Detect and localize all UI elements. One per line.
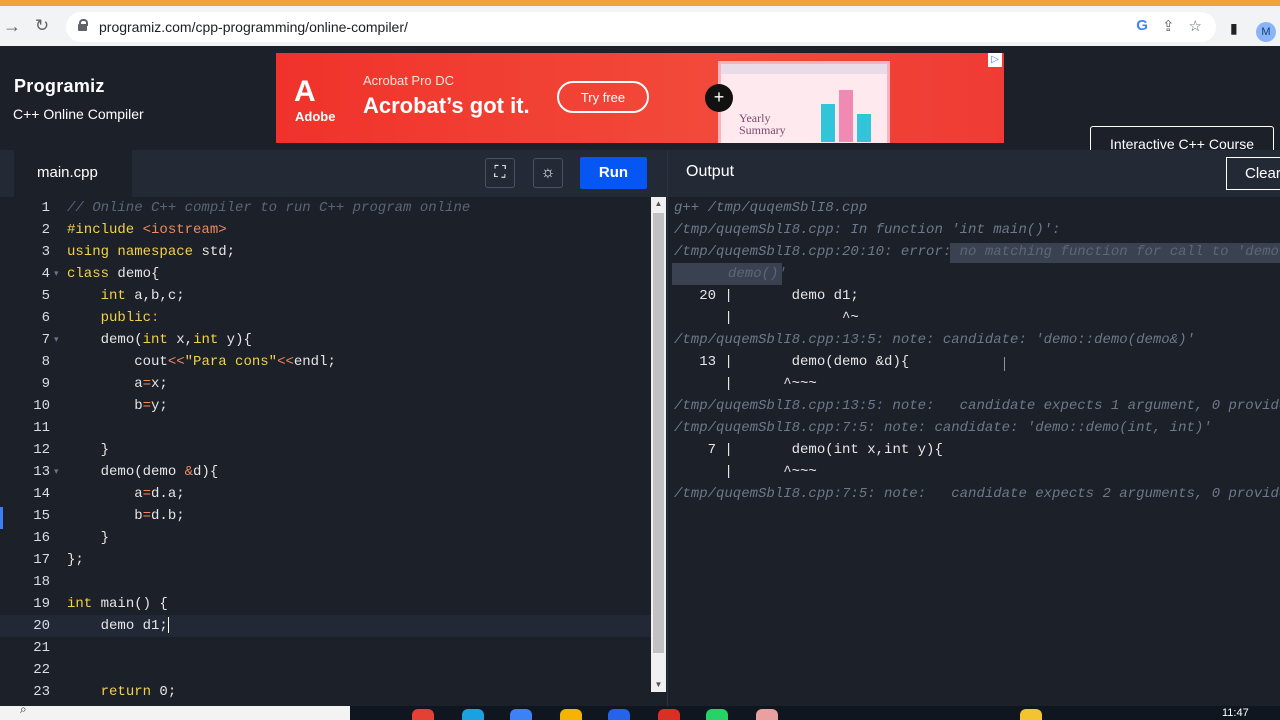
code-line[interactable]: 23 return 0;	[0, 681, 651, 703]
address-bar[interactable]: programiz.com/cpp-programming/online-com…	[66, 12, 1216, 42]
taskbar-app-icon[interactable]	[462, 709, 484, 720]
browser-toolbar: → ↻ programiz.com/cpp-programming/online…	[0, 6, 1280, 46]
sidepanel-icon[interactable]: ▮	[1230, 20, 1238, 37]
ad-info-icon[interactable]: ▷	[988, 53, 1002, 67]
os-taskbar: ⌕ 11:47	[0, 702, 1280, 720]
editor-panel: main.cpp ⛶ ☼ Run 1// Online C++ compiler…	[0, 150, 667, 706]
output-line: 20 | demo d1;	[674, 288, 859, 304]
ad-try-free-button[interactable]: Try free	[557, 81, 649, 113]
code-line-active[interactable]: 20 demo d1;	[0, 615, 651, 637]
output-line: /tmp/quqemSblI8.cpp:7:5: note: candidate…	[674, 420, 1212, 436]
site-header: Programiz C++ Online Compiler i A Adobe …	[0, 46, 1280, 162]
taskbar-folder-icon[interactable]	[560, 709, 582, 720]
output-line: /tmp/quqemSblI8.cpp:13:5: note: candidat…	[674, 398, 1280, 414]
scrollbar-thumb[interactable]	[653, 213, 664, 653]
output-console[interactable]: g++ /tmp/quqemSblI8.cpp /tmp/quqemSblI8.…	[668, 197, 1280, 706]
fullscreen-icon[interactable]: ⛶	[485, 158, 515, 188]
code-line[interactable]: 14 a=d.a;	[0, 483, 651, 505]
text-cursor	[167, 617, 169, 634]
editor-scrollbar[interactable]: ▲ ▼	[651, 197, 666, 692]
fold-arrow-icon[interactable]: ▾	[54, 329, 59, 351]
forward-arrow-icon[interactable]: →	[0, 14, 24, 38]
taskbar-whatsapp-icon[interactable]	[706, 709, 728, 720]
scroll-down-arrow-icon[interactable]: ▼	[651, 678, 666, 692]
ad-product: Acrobat Pro DC	[363, 73, 455, 88]
code-line[interactable]: 16 }	[0, 527, 651, 549]
file-tab-main-cpp[interactable]: main.cpp	[14, 150, 132, 197]
reload-icon[interactable]: ↻	[30, 14, 54, 38]
taskbar-clock: 11:47	[1222, 707, 1249, 719]
advertisement-banner[interactable]: A Adobe Acrobat Pro DC Acrobat’s got it.…	[276, 53, 1004, 143]
taskbar-chrome-icon[interactable]	[658, 709, 680, 720]
code-line[interactable]: 10 b=y;	[0, 395, 651, 417]
code-line[interactable]: 22	[0, 659, 651, 681]
search-icon: ⌕	[20, 702, 27, 716]
bookmark-star-icon[interactable]: ☆	[1189, 17, 1202, 35]
code-line[interactable]: 15 b=d.b;	[0, 505, 651, 527]
taskbar-app-icon[interactable]	[608, 709, 630, 720]
code-line[interactable]: 2 #include <iostream>	[0, 219, 651, 241]
editor-toolbar: main.cpp ⛶ ☼ Run	[0, 150, 667, 197]
taskbar-app-icon[interactable]	[510, 709, 532, 720]
ibeam-cursor-icon	[1004, 357, 1005, 371]
code-line[interactable]: 4 ▾ class demo{	[0, 263, 651, 285]
adobe-logo-icon: A	[294, 75, 316, 108]
ad-tagline: Acrobat’s got it.	[363, 93, 530, 118]
profile-avatar[interactable]: M	[1256, 22, 1276, 42]
code-line[interactable]: 18	[0, 571, 651, 593]
taskbar-app-icon[interactable]	[412, 709, 434, 720]
lock-icon	[78, 19, 88, 31]
run-button[interactable]: Run	[580, 157, 647, 189]
code-line[interactable]: 19 int main() {	[0, 593, 651, 615]
code-line[interactable]: 7 ▾ demo(int x,int y){	[0, 329, 651, 351]
fold-arrow-icon[interactable]: ▾	[54, 263, 59, 285]
code-line[interactable]: 17};	[0, 549, 651, 571]
output-line: | ^~	[674, 310, 859, 326]
compiler-subtitle: C++ Online Compiler	[13, 106, 144, 122]
code-line[interactable]: 21	[0, 637, 651, 659]
code-editor[interactable]: 1// Online C++ compiler to run C++ progr…	[0, 197, 651, 706]
url-text: programiz.com/cpp-programming/online-com…	[99, 19, 408, 35]
output-line: /tmp/quqemSblI8.cpp:20:10: error: no mat…	[674, 244, 1280, 260]
output-line: 13 | demo(demo &d){	[674, 354, 910, 370]
ad-brand: Adobe	[295, 109, 336, 124]
taskbar-app-icon[interactable]	[1020, 709, 1042, 720]
google-icon[interactable]: G	[1136, 17, 1148, 35]
output-title: Output	[686, 163, 735, 180]
output-panel: Output Clear g++ /tmp/quqemSblI8.cpp /tm…	[667, 150, 1280, 706]
output-line: 7 | demo(int x,int y){	[674, 442, 943, 458]
share-icon[interactable]: ⇪	[1162, 17, 1175, 35]
ad-doc-caption: Yearly Summary	[739, 111, 786, 137]
code-line[interactable]: 13 ▾ demo(demo &d){	[0, 461, 651, 483]
code-line[interactable]: 8 cout<<"Para cons"<<endl;	[0, 351, 651, 373]
theme-toggle-sun-icon[interactable]: ☼	[533, 158, 563, 188]
output-header: Output Clear	[668, 150, 1280, 197]
output-line: demo()'	[728, 266, 787, 282]
code-line[interactable]: 5 int a,b,c;	[0, 285, 651, 307]
code-line[interactable]: 1// Online C++ compiler to run C++ progr…	[0, 197, 651, 219]
ad-plus-icon[interactable]: +	[705, 84, 733, 112]
code-line[interactable]: 6 public:	[0, 307, 651, 329]
fold-arrow-icon[interactable]: ▾	[54, 461, 59, 483]
output-line: /tmp/quqemSblI8.cpp:7:5: note: candidate…	[674, 486, 1280, 502]
output-line: | ^~~~	[674, 464, 817, 480]
code-line[interactable]: 11	[0, 417, 651, 439]
output-line: | ^~~~	[674, 376, 817, 392]
clear-button[interactable]: Clear	[1226, 157, 1280, 190]
ad-document-image: Yearly Summary	[718, 61, 890, 143]
taskbar-search[interactable]: ⌕	[0, 702, 350, 720]
taskbar-app-icon[interactable]	[756, 709, 778, 720]
code-line[interactable]: 12 }	[0, 439, 651, 461]
programiz-logo[interactable]: Programiz	[14, 76, 105, 97]
output-line: /tmp/quqemSblI8.cpp: In function 'int ma…	[674, 222, 1061, 238]
code-line[interactable]: 3 using namespace std;	[0, 241, 651, 263]
output-line: g++ /tmp/quqemSblI8.cpp	[674, 200, 868, 216]
code-line[interactable]: 9 a=x;	[0, 373, 651, 395]
output-line: /tmp/quqemSblI8.cpp:13:5: note: candidat…	[674, 332, 1195, 348]
scroll-up-arrow-icon[interactable]: ▲	[651, 197, 666, 211]
